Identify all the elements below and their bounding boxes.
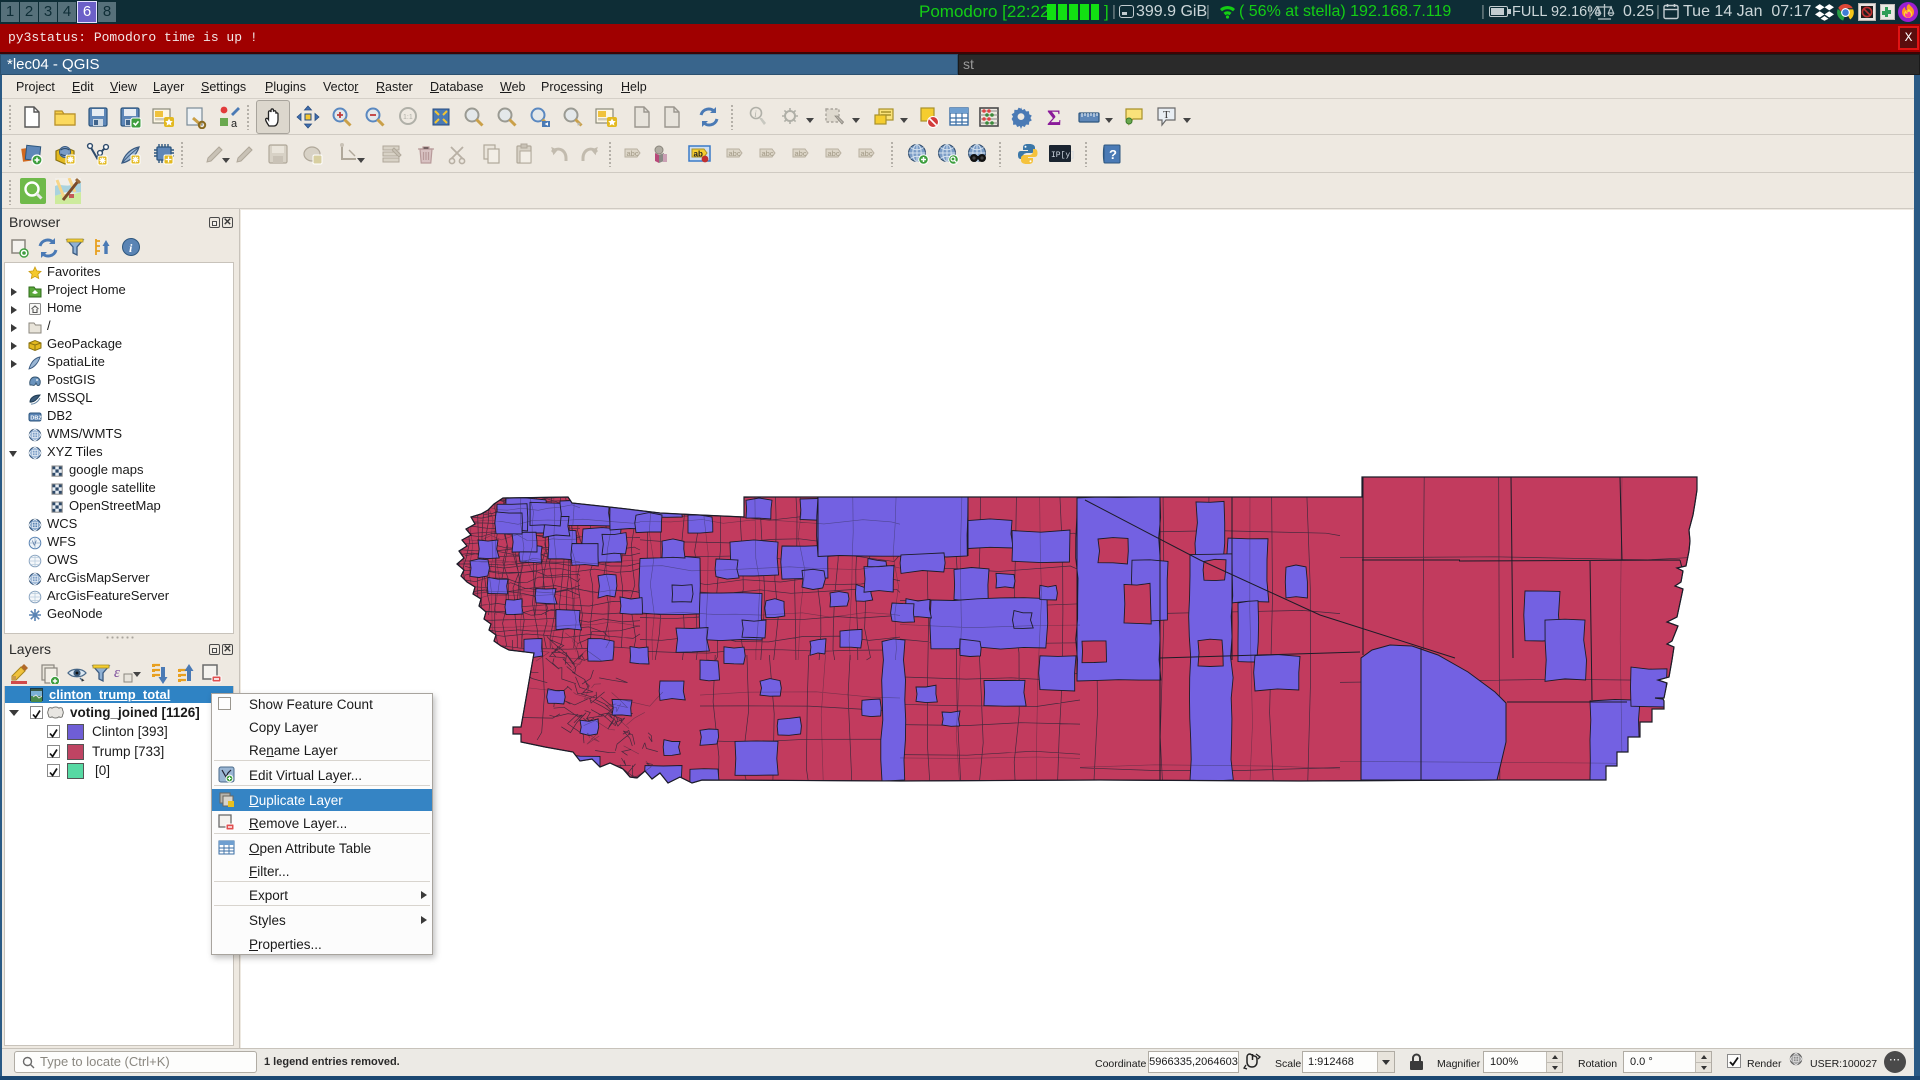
svg-text:i: i — [754, 109, 757, 119]
svg-text:ε: ε — [114, 665, 120, 681]
svg-text:V: V — [32, 541, 37, 548]
svg-text:abc: abc — [729, 149, 741, 158]
svg-text:DB2: DB2 — [30, 415, 41, 421]
svg-text:?: ? — [1109, 147, 1117, 162]
svg-text:abc: abc — [627, 149, 639, 158]
svg-text:IP[y]: IP[y] — [1051, 151, 1074, 160]
svg-text:Σ: Σ — [1047, 105, 1061, 129]
svg-text:a: a — [231, 118, 238, 129]
svg-text:abc: abc — [762, 149, 774, 158]
svg-text:abc: abc — [828, 149, 840, 158]
svg-text:abc: abc — [861, 149, 873, 158]
svg-text:ab: ab — [694, 150, 703, 159]
svg-text:T: T — [1163, 109, 1170, 121]
svg-text:abc: abc — [795, 149, 807, 158]
svg-text:1:1: 1:1 — [403, 114, 413, 121]
